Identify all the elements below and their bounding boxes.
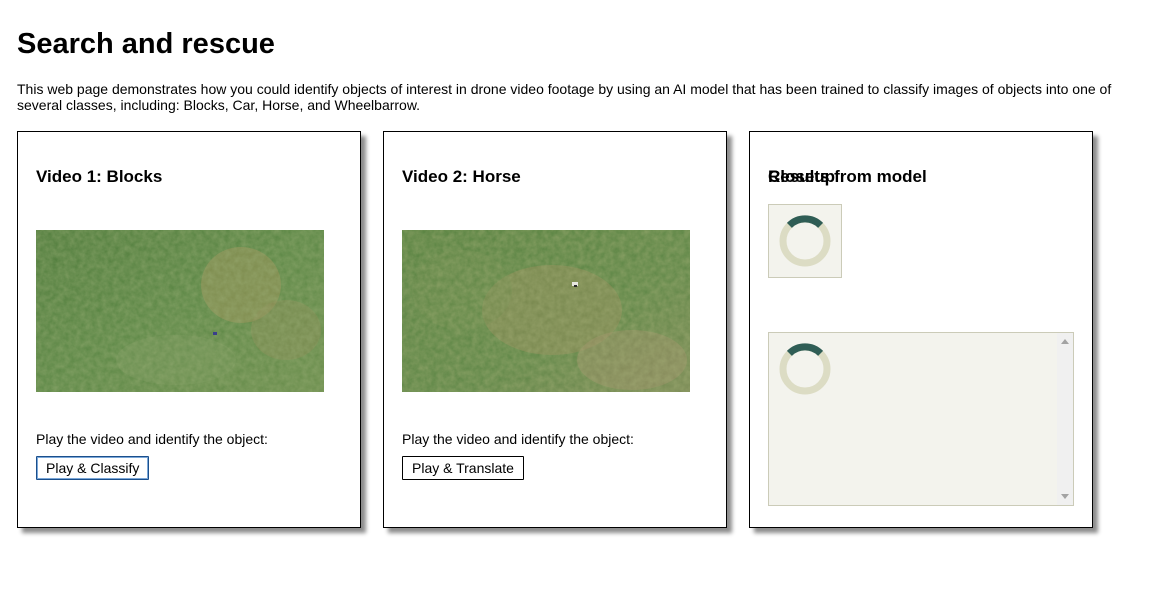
- video2-title: Video 2: Horse: [402, 167, 521, 186]
- loading-spinner-icon: [779, 343, 831, 395]
- video2-player[interactable]: [402, 230, 690, 392]
- video2-drone-footage: [402, 230, 690, 392]
- scroll-up-icon[interactable]: [1061, 339, 1069, 344]
- results-list[interactable]: [768, 332, 1074, 506]
- video1-panel: Video 1: Blocks Play the video and ident…: [17, 131, 361, 528]
- video1-title: Video 1: Blocks: [36, 167, 163, 186]
- play-classify-button[interactable]: Play & Classify: [36, 456, 150, 480]
- page-title: Search and rescue: [17, 28, 275, 60]
- video1-player[interactable]: [36, 230, 324, 392]
- video2-instruction: Play the video and identify the object:: [402, 431, 634, 447]
- video1-instruction: Play the video and identify the object:: [36, 431, 268, 447]
- video2-panel: Video 2: Horse Play the video and identi…: [383, 131, 727, 528]
- video1-drone-footage: [36, 230, 324, 392]
- blocks-object: [213, 332, 217, 335]
- closeup-image: [768, 204, 842, 278]
- results-title: Results from model: [768, 167, 927, 186]
- intro-text: This web page demonstrates how you could…: [17, 81, 1112, 113]
- play-translate-button[interactable]: Play & Translate: [402, 456, 524, 480]
- results-scrollbar[interactable]: [1057, 333, 1073, 505]
- closeup-panel: Closeup Results from model: [749, 131, 1093, 528]
- loading-spinner-icon: [779, 215, 831, 267]
- scroll-down-icon[interactable]: [1061, 494, 1069, 499]
